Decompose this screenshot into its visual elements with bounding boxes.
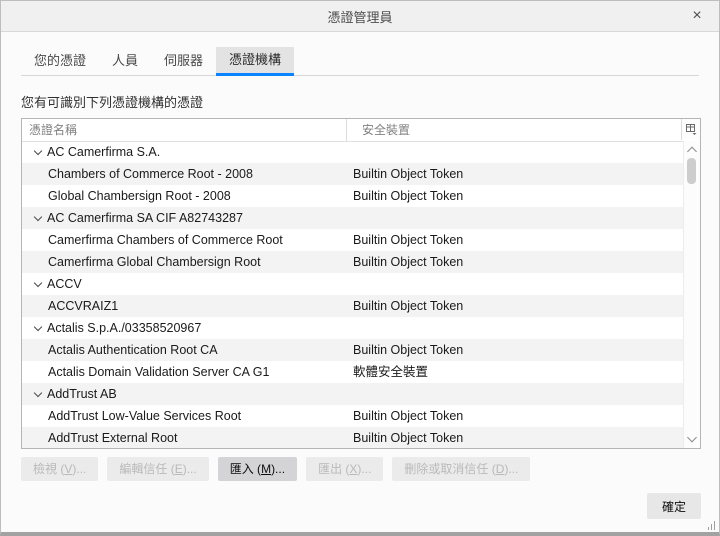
table-row[interactable]: Chambers of Commerce Root - 2008 Builtin …: [22, 163, 683, 185]
cert-name: AC Camerfirma S.A.: [47, 145, 161, 159]
security-device: Builtin Object Token: [353, 189, 464, 203]
edit-trust-button[interactable]: 編輯信任 (E)...: [107, 457, 209, 481]
security-device: Builtin Object Token: [353, 343, 464, 357]
table-row[interactable]: Global Chambersign Root - 2008 Builtin Ob…: [22, 185, 683, 207]
table-row[interactable]: AddTrust AB: [22, 383, 683, 405]
cert-name: ACCVRAIZ1: [48, 299, 119, 313]
cert-name: Actalis Authentication Root CA: [48, 343, 218, 357]
chevron-down-icon[interactable]: [33, 146, 43, 156]
chevron-down-icon[interactable]: [33, 212, 43, 222]
export-button[interactable]: 匯出 (X)...: [306, 457, 384, 481]
cert-name: AddTrust External Root: [48, 431, 178, 445]
dialog-title: 憑證管理員: [327, 9, 393, 25]
chevron-down-icon[interactable]: [33, 322, 43, 332]
certificates-tree: 憑證名稱 安全裝置 AC Camerfirma S.A. Chambers of …: [21, 118, 701, 449]
chevron-down-icon[interactable]: [33, 278, 43, 288]
table-row[interactable]: AC Camerfirma SA CIF A82743287: [22, 207, 683, 229]
security-device: Builtin Object Token: [353, 167, 464, 181]
table-row[interactable]: Camerfirma Global Chambersign Root Builti…: [22, 251, 683, 273]
tab-servers[interactable]: 伺服器: [151, 47, 216, 76]
table-row[interactable]: ACCV: [22, 273, 683, 295]
table-row[interactable]: AddTrust Low-Value Services Root Builtin …: [22, 405, 683, 427]
cert-name: Actalis S.p.A./03358520967: [47, 321, 202, 335]
tab-strip: 您的憑證 人員 伺服器 憑證機構: [21, 47, 699, 76]
table-row[interactable]: ACCVRAIZ1 Builtin Object Token: [22, 295, 683, 317]
certificate-manager-dialog: 憑證管理員 × 您的憑證 人員 伺服器 憑證機構 您有可識別下列憑證機構的憑證 憑證名…: [0, 0, 720, 536]
chevron-down-icon[interactable]: [33, 388, 43, 398]
cert-name: Global Chambersign Root - 2008: [48, 189, 231, 203]
table-row[interactable]: Actalis Domain Validation Server CA G1 軟體…: [22, 361, 683, 383]
import-button[interactable]: 匯入 (M)...: [217, 457, 298, 481]
cert-name: AddTrust Low-Value Services Root: [48, 409, 242, 423]
column-picker-button[interactable]: [681, 119, 700, 140]
table-row[interactable]: AC Camerfirma S.A.: [22, 141, 683, 163]
cert-name: Camerfirma Global Chambersign Root: [48, 255, 261, 269]
table-header: 憑證名稱 安全裝置: [22, 119, 700, 142]
table-row[interactable]: Actalis Authentication Root CA Builtin Ob…: [22, 339, 683, 361]
scroll-up-icon[interactable]: [687, 146, 697, 157]
column-header-cert-name[interactable]: 憑證名稱: [29, 119, 77, 141]
vertical-scrollbar[interactable]: [683, 141, 700, 448]
cert-name: ACCV: [47, 277, 82, 291]
delete-or-distrust-button[interactable]: 刪除或取消信任 (D)...: [392, 457, 531, 481]
security-device: Builtin Object Token: [353, 409, 464, 423]
table-row[interactable]: Camerfirma Chambers of Commerce Root Buil…: [22, 229, 683, 251]
table-body: AC Camerfirma S.A. Chambers of Commerce R…: [22, 141, 683, 448]
view-button[interactable]: 檢視 (V)...: [21, 457, 99, 481]
security-device: Builtin Object Token: [353, 255, 464, 269]
tab-your-certificates[interactable]: 您的憑證: [21, 47, 99, 76]
close-icon[interactable]: ×: [686, 5, 708, 27]
cert-name: Actalis Domain Validation Server CA G1: [48, 365, 270, 379]
security-device: Builtin Object Token: [353, 431, 464, 445]
description-text: 您有可識別下列憑證機構的憑證: [21, 95, 204, 110]
cert-name: Camerfirma Chambers of Commerce Root: [48, 233, 283, 247]
security-device: Builtin Object Token: [353, 233, 464, 247]
cert-name: AC Camerfirma SA CIF A82743287: [47, 211, 243, 225]
cert-name: AddTrust AB: [47, 387, 117, 401]
titlebar: 憑證管理員 ×: [1, 1, 719, 32]
cert-name: Chambers of Commerce Root - 2008: [48, 167, 253, 181]
resize-grip[interactable]: [706, 521, 715, 530]
tab-authorities[interactable]: 憑證機構: [216, 47, 295, 76]
column-header-security-device[interactable]: 安全裝置: [346, 119, 682, 141]
ok-button[interactable]: 確定: [647, 493, 701, 519]
column-picker-icon: [685, 124, 696, 135]
security-device: 軟體安全裝置: [353, 365, 429, 379]
table-row[interactable]: AddTrust External Root Builtin Object Tok…: [22, 427, 683, 448]
scrollbar-thumb[interactable]: [687, 158, 696, 184]
scroll-down-icon[interactable]: [687, 432, 697, 443]
tab-people[interactable]: 人員: [99, 47, 151, 76]
security-device: Builtin Object Token: [353, 299, 464, 313]
table-row[interactable]: Actalis S.p.A./03358520967: [22, 317, 683, 339]
action-button-row: 檢視 (V)... 編輯信任 (E)... 匯入 (M)... 匯出 (X)... 刪除…: [21, 457, 539, 481]
